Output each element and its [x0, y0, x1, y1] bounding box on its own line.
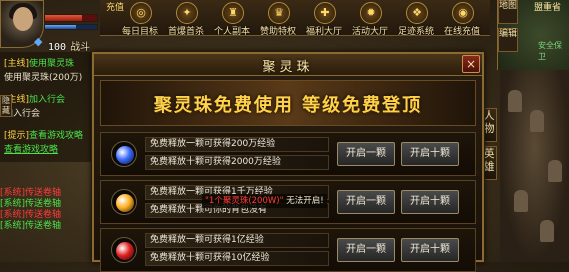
npc-figure [508, 90, 522, 112]
task-item[interactable]: 查看游戏攻略 [4, 142, 58, 155]
option-line: 免费释放一颗可获得1亿经验 [145, 233, 329, 248]
portrait-face [13, 7, 33, 31]
chat-line: [系统]传送卷轴 [0, 199, 62, 209]
top-menu-label[interactable]: 活动大厅 [352, 24, 388, 37]
open-one-button[interactable]: 开启一颗 [337, 190, 395, 214]
hp-bar-fill [45, 15, 83, 21]
chat-log: [系统]传送卷轴 [系统]传送卷轴 [系统]传送卷轴 [系统]传送卷轴 [0, 188, 61, 232]
shield-icon: ◆ [34, 35, 43, 48]
orb-option-1: 免费释放一颗可获得200万经验 免费释放十颗可获得2000万经验 开启一颗 开启… [100, 132, 476, 176]
footprint-icon[interactable]: ❖ [406, 2, 428, 24]
task-item[interactable]: [主线]加入行会 [4, 92, 65, 105]
top-menu-label[interactable]: 足迹系统 [398, 24, 434, 37]
orb-ball [116, 146, 134, 164]
mp-bar [44, 24, 98, 30]
dungeon-icon[interactable]: ♜ [222, 2, 244, 24]
npc-figure [514, 190, 528, 212]
open-ten-button[interactable]: 开启十颗 [401, 190, 459, 214]
orb-ball [116, 242, 134, 260]
open-ten-button[interactable]: 开启十颗 [401, 142, 459, 166]
tooltip-item: "1个聚灵珠(200W)" [205, 196, 284, 206]
red-orb-icon [111, 237, 137, 263]
mp-bar-fill [45, 25, 77, 29]
open-one-button[interactable]: 开启一颗 [337, 238, 395, 262]
edit-button[interactable]: 编辑 [498, 28, 518, 52]
tooltip-tail: 无法开启! [286, 196, 324, 206]
map-button[interactable]: 地图 [498, 0, 518, 24]
task-item[interactable]: 使用聚灵珠(200万) [4, 70, 82, 83]
spirit-orb-dialog: 聚灵珠 × 聚灵珠免费使用 等级免费登顶 免费释放一颗可获得200万经验 免费释… [92, 52, 484, 272]
target-icon[interactable]: ◎ [130, 2, 152, 24]
task-link[interactable]: 查看游戏攻略 [4, 145, 58, 155]
dialog-title: 聚灵珠 [262, 60, 314, 75]
top-menu-label[interactable]: 首爆首杀 [168, 24, 204, 37]
task-item[interactable]: [提示]查看游戏攻略 [4, 128, 83, 141]
chat-line: [系统]传送卷轴 [0, 210, 62, 220]
minimap-tower-label: 安全保卫 [538, 41, 562, 61]
open-ten-button[interactable]: 开启十颗 [401, 238, 459, 262]
top-menu-label[interactable]: 赞助特权 [260, 24, 296, 37]
close-button[interactable]: × [462, 55, 480, 73]
minimap[interactable]: 盟重省 地图 编辑 安全保卫 [497, 0, 569, 70]
top-menu-label[interactable]: 个人副本 [214, 24, 250, 37]
top-menu-label[interactable]: 福利大厅 [306, 24, 342, 37]
task-tag: [提示] [4, 131, 30, 141]
hp-bar [44, 14, 98, 22]
task-item[interactable]: [主线]使用聚灵珠 [4, 56, 74, 69]
hide-tasks-button[interactable]: 隐藏 [0, 95, 12, 117]
recharge-label[interactable]: 充值 [100, 0, 130, 13]
coin-icon[interactable]: ◉ [452, 2, 474, 24]
npc-figure [530, 110, 544, 132]
combat-power: 100 战斗 [48, 38, 90, 53]
minimap-location: 盟重省 [534, 3, 562, 13]
gift-icon[interactable]: ✚ [314, 2, 336, 24]
task-text: 使用聚灵珠 [29, 59, 75, 69]
top-menu-label[interactable]: 每日目标 [122, 24, 158, 37]
game-world-right [500, 70, 569, 262]
npc-figure [548, 160, 562, 182]
error-tooltip: "1个聚灵珠(200W)" 无法开启! [202, 194, 327, 208]
dialog-banner: 聚灵珠免费使用 等级免费登顶 [100, 80, 476, 126]
orb-option-3: 免费释放一颗可获得1亿经验 免费释放十颗可获得10亿经验 开启一颗 开启十颗 [100, 228, 476, 272]
blue-orb-icon [111, 141, 137, 167]
npc-figure [540, 220, 554, 242]
task-tag: [主线] [4, 59, 30, 69]
option-line: 免费释放一颗可获得200万经验 [145, 137, 329, 152]
dialog-titlebar: 聚灵珠 × [94, 54, 482, 76]
orb-ball [116, 194, 134, 212]
task-panel: [主线]使用聚灵珠 使用聚灵珠(200万) [主线]加入行会 加入行会 [提示]… [0, 52, 96, 162]
gold-orb-icon [111, 189, 137, 215]
banner-text: 聚灵珠免费使用 等级免费登顶 [153, 95, 423, 116]
open-one-button[interactable]: 开启一颗 [337, 142, 395, 166]
sword-icon[interactable]: ✦ [176, 2, 198, 24]
chat-line: [系统]传送卷轴 [0, 188, 62, 198]
task-text: 加入行会 [29, 95, 66, 105]
top-menu-label[interactable]: 在线充值 [444, 24, 480, 37]
chat-line: [系统]传送卷轴 [0, 221, 62, 231]
task-text: 使用聚灵珠(200万) [4, 73, 83, 83]
task-text: 查看游戏攻略 [29, 131, 84, 141]
option-line: 免费释放十颗可获得10亿经验 [145, 251, 329, 266]
top-menu: ◎ 每日目标 ✦ 首爆首杀 ♜ 个人副本 ♛ 赞助特权 ✚ 福利大厅 ✹ 活动大厅 ❖ 足迹系统 ◉ 在线充值 [100, 0, 490, 37]
vip-icon[interactable]: ♛ [268, 2, 290, 24]
option-line: 免费释放十颗可获得2000万经验 [145, 155, 329, 170]
event-icon[interactable]: ✹ [360, 2, 382, 24]
